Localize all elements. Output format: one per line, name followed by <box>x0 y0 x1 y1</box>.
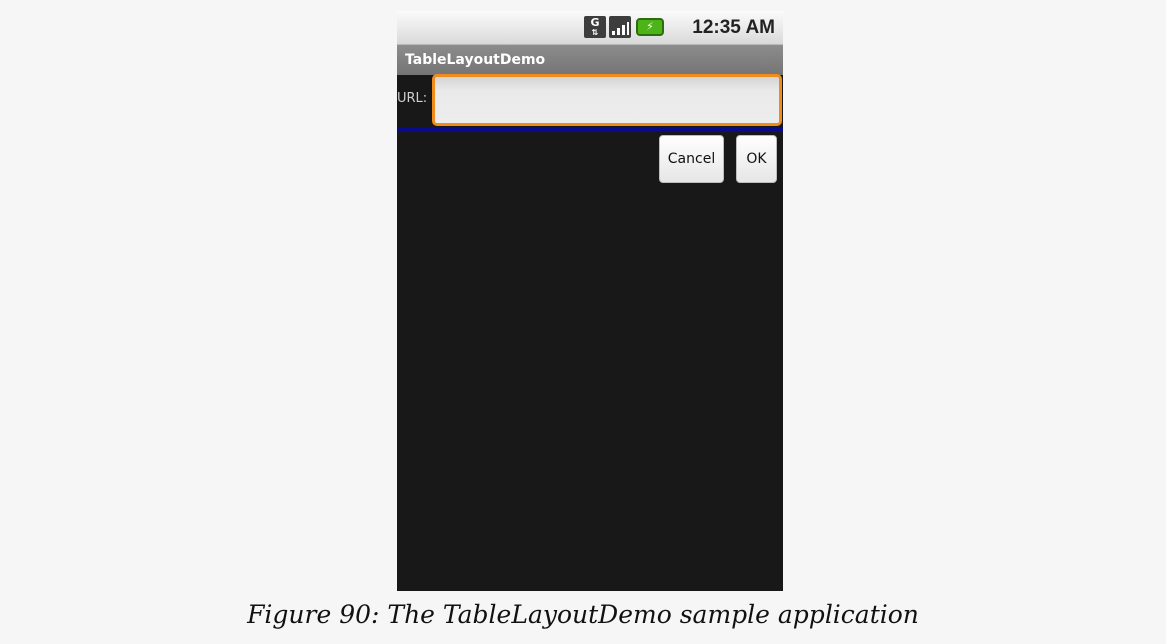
url-label: URL: <box>397 91 428 106</box>
figure-caption: Figure 90: The TableLayoutDemo sample ap… <box>247 600 919 629</box>
app-title: TableLayoutDemo <box>405 52 546 68</box>
status-bar-clock: 12:35 AM <box>692 17 775 38</box>
ok-button[interactable]: OK <box>736 135 777 183</box>
cancel-button[interactable]: Cancel <box>659 135 724 183</box>
battery-charging-icon: ⚡ <box>636 18 664 36</box>
url-input[interactable] <box>432 74 782 126</box>
signal-strength-icon <box>609 16 631 38</box>
app-title-bar: TableLayoutDemo <box>397 45 783 75</box>
divider-line <box>397 128 783 132</box>
network-type-icon: G ⇅ <box>584 16 606 38</box>
phone-screen: G ⇅ ⚡ 12:35 AM TableLayoutDemo URL: Canc… <box>397 11 783 591</box>
status-bar: G ⇅ ⚡ 12:35 AM <box>397 11 783 45</box>
data-activity-arrows: ⇅ <box>591 28 599 37</box>
